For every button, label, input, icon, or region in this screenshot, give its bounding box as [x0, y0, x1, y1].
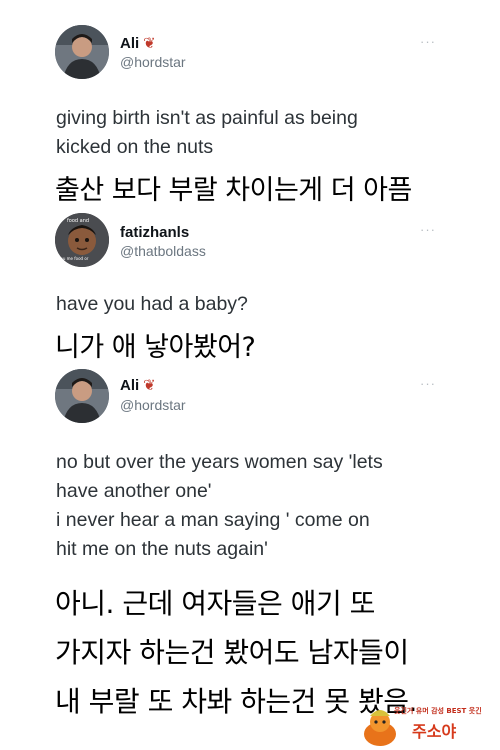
avatar-photo-icon	[55, 25, 109, 79]
avatar-photo-icon: food and you me food or	[55, 213, 109, 267]
more-options-icon[interactable]: ···	[420, 376, 436, 391]
avatar[interactable]	[55, 25, 109, 79]
author-name-text: Ali	[120, 35, 140, 52]
avatar[interactable]	[55, 369, 109, 423]
korean-translation: 출산 보다 부랄 차이는게 더 아픔	[55, 175, 412, 206]
translation-line: 아니. 근데 여자들은 애기 또	[55, 587, 375, 620]
maple-leaf-icon: ❦	[143, 35, 156, 52]
tweet-line: giving birth isn't as painful as being	[56, 107, 358, 129]
site-watermark: 웃긴거 유머 감성 BEST 웃긴 주소야	[360, 704, 495, 748]
author-name[interactable]: Ali ❦	[120, 376, 156, 394]
tweet-line: no but over the years women say 'lets	[56, 451, 383, 473]
tweet-line: hit me on the nuts again'	[56, 538, 268, 560]
author-handle[interactable]: @hordstar	[120, 54, 186, 70]
tweet-text: no but over the years women say 'lets ha…	[56, 448, 383, 564]
avatar[interactable]: food and you me food or	[55, 213, 109, 267]
korean-translation: 니가 애 낳아봤어?	[55, 332, 256, 363]
more-options-icon[interactable]: ···	[420, 222, 436, 237]
svg-text:food and: food and	[67, 218, 89, 224]
tweet-line: have another one'	[56, 480, 212, 502]
watermark-tagline: 웃긴거 유머 감성 BEST 웃긴	[394, 707, 482, 715]
tweet-line: have you had a baby?	[56, 293, 248, 315]
author-name[interactable]: Ali ❦	[120, 34, 156, 52]
tweet-text: have you had a baby?	[56, 290, 248, 319]
tweet-line: kicked on the nuts	[56, 136, 214, 158]
avatar-photo-icon	[55, 369, 109, 423]
more-options-icon[interactable]: ···	[420, 34, 436, 49]
author-name[interactable]: fatizhanls	[120, 224, 189, 241]
tweet-text: giving birth isn't as painful as being k…	[56, 104, 358, 162]
author-handle[interactable]: @hordstar	[120, 397, 186, 413]
watermark-title: 주소야	[412, 722, 457, 741]
author-handle[interactable]: @thatboldass	[120, 243, 206, 259]
maple-leaf-icon: ❦	[143, 377, 156, 394]
translation-line: 가지자 하는건 봤어도 남자들이	[55, 636, 409, 669]
svg-text:you me food or: you me food or	[58, 256, 89, 261]
author-name-text: Ali	[120, 377, 140, 394]
tweet-line: i never hear a man saying ' come on	[56, 509, 370, 531]
